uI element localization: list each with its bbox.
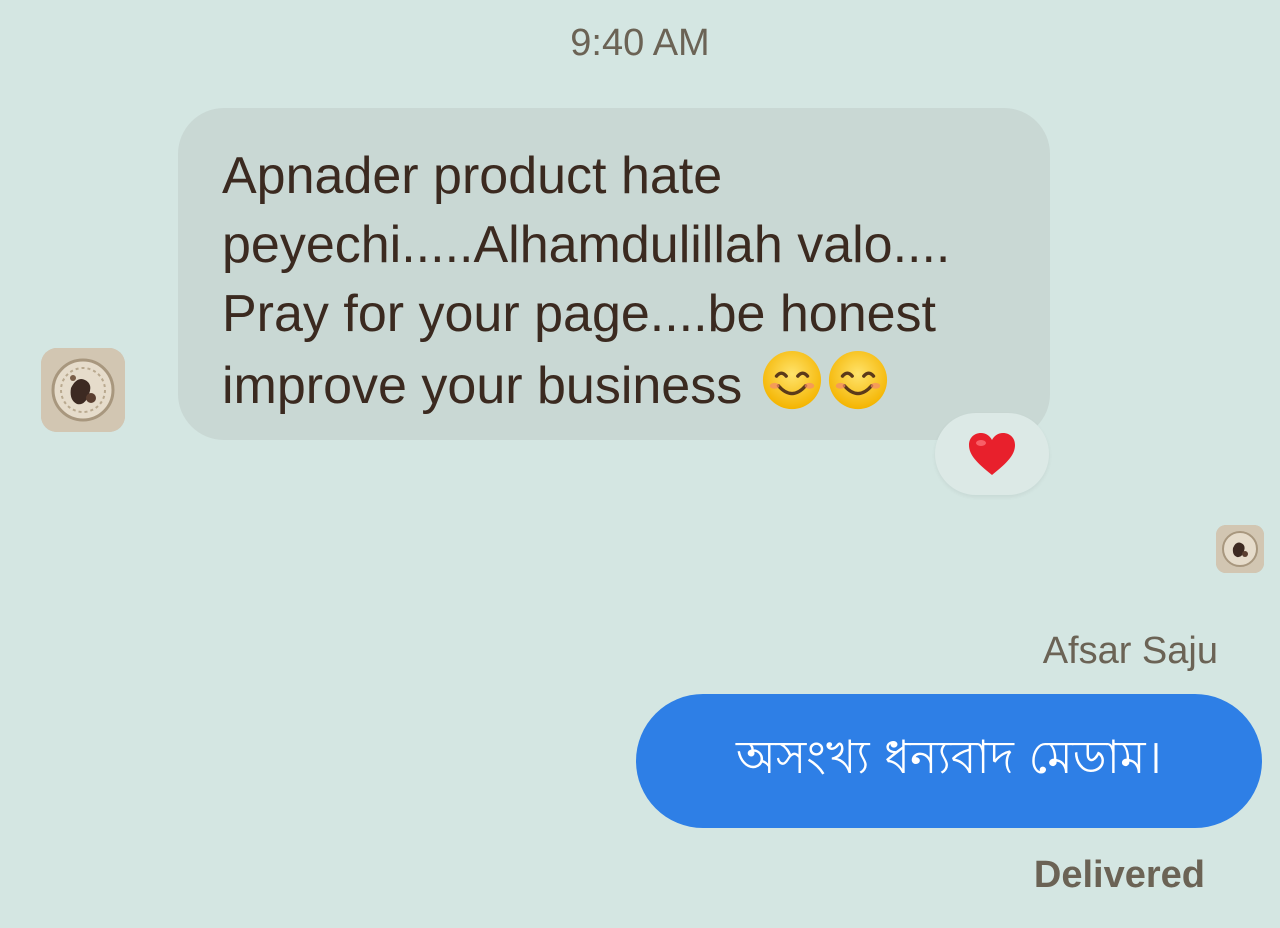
message-timestamp: 9:40 AM: [570, 22, 710, 64]
seen-by-avatar: [1216, 525, 1264, 573]
smiling-face-emoji-icon: [762, 350, 821, 410]
outgoing-message-text: অসংখ্য ধন্যবাদ মেডাম।: [736, 730, 1162, 784]
smiling-face-emoji-icon: [828, 350, 887, 410]
delivery-status: Delivered: [1033, 854, 1205, 896]
contact-avatar[interactable]: [41, 348, 125, 432]
profile-photo-icon: [1216, 525, 1264, 573]
message-line: Apnader product hate: [222, 147, 723, 205]
reaction-badge[interactable]: [935, 413, 1049, 495]
outgoing-message-bubble[interactable]: অসংখ্য ধন্যবাদ মেডাম।: [636, 694, 1262, 828]
message-line: improve your business: [222, 357, 743, 415]
message-line: Pray for your page....be honest: [222, 285, 936, 343]
sender-name: Afsar Saju: [1042, 630, 1218, 672]
message-line-with-emoji: improve your business: [222, 349, 1010, 421]
incoming-message-bubble[interactable]: Apnader product hate peyechi.....Alhamdu…: [178, 108, 1050, 440]
message-line: peyechi.....Alhamdulillah valo....: [222, 216, 951, 274]
profile-photo-icon: [41, 348, 125, 432]
red-heart-icon: [969, 433, 1015, 475]
